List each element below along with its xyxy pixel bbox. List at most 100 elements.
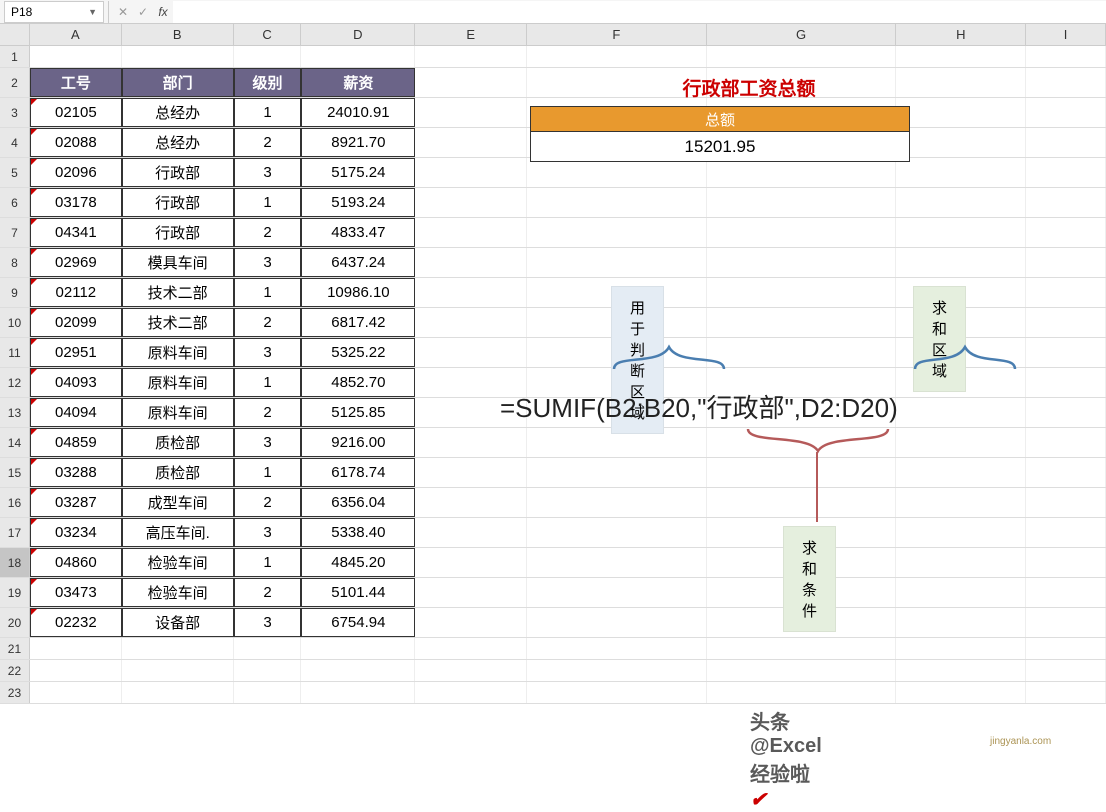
cell-A1[interactable] [30,46,122,67]
cell-I9[interactable] [1026,278,1106,307]
col-header-D[interactable]: D [301,24,415,45]
cell-E20[interactable] [415,608,527,637]
cell-I22[interactable] [1026,660,1106,681]
cell-I16[interactable] [1026,488,1106,517]
row-header[interactable]: 5 [0,158,30,187]
cell-C14[interactable]: 3 [234,428,302,457]
cell-G15[interactable] [707,458,897,487]
cell-E11[interactable] [415,338,527,367]
cell-A11[interactable]: 02951 [30,338,122,367]
cell-H11[interactable] [896,338,1026,367]
cell-F12[interactable] [527,368,707,397]
cell-E15[interactable] [415,458,527,487]
cell-I10[interactable] [1026,308,1106,337]
cell-B10[interactable]: 技术二部 [122,308,234,337]
cell-D21[interactable] [301,638,415,659]
cell-C13[interactable]: 2 [234,398,302,427]
cell-D14[interactable]: 9216.00 [301,428,415,457]
col-header-G[interactable]: G [707,24,897,45]
cell-G12[interactable] [707,368,897,397]
cell-H16[interactable] [896,488,1026,517]
cell-B12[interactable]: 原料车间 [122,368,234,397]
cell-A10[interactable]: 02099 [30,308,122,337]
cell-B19[interactable]: 检验车间 [122,578,234,607]
cell-A5[interactable]: 02096 [30,158,122,187]
cell-C4[interactable]: 2 [234,128,302,157]
cell-D15[interactable]: 6178.74 [301,458,415,487]
cell-F21[interactable] [527,638,707,659]
cell-G23[interactable] [707,682,897,703]
col-header-A[interactable]: A [30,24,122,45]
cell-A21[interactable] [30,638,122,659]
cell-D9[interactable]: 10986.10 [301,278,415,307]
cell-D6[interactable]: 5193.24 [301,188,415,217]
cell-B20[interactable]: 设备部 [122,608,234,637]
cell-B21[interactable] [122,638,234,659]
cell-G20[interactable] [707,608,897,637]
cell-C7[interactable]: 2 [234,218,302,247]
cell-D22[interactable] [301,660,415,681]
cell-B5[interactable]: 行政部 [122,158,234,187]
cell-C17[interactable]: 3 [234,518,302,547]
cell-H6[interactable] [896,188,1026,217]
cell-C10[interactable]: 2 [234,308,302,337]
cell-G19[interactable] [707,578,897,607]
cell-I7[interactable] [1026,218,1106,247]
cell-B13[interactable]: 原料车间 [122,398,234,427]
cell-I12[interactable] [1026,368,1106,397]
row-header[interactable]: 7 [0,218,30,247]
cell-E9[interactable] [415,278,527,307]
cell-F23[interactable] [527,682,707,703]
row-header[interactable]: 12 [0,368,30,397]
cell-C8[interactable]: 3 [234,248,302,277]
cell-F1[interactable] [527,46,707,67]
cell-F5[interactable] [527,158,707,187]
cell-I13[interactable] [1026,398,1106,427]
cell-D17[interactable]: 5338.40 [301,518,415,547]
cell-B7[interactable]: 行政部 [122,218,234,247]
cell-C23[interactable] [234,682,302,703]
select-all-corner[interactable] [0,24,30,45]
col-header-I[interactable]: I [1026,24,1106,45]
cell-G9[interactable] [707,278,897,307]
row-header[interactable]: 4 [0,128,30,157]
cell-A7[interactable]: 04341 [30,218,122,247]
cell-F22[interactable] [527,660,707,681]
cell-H4[interactable] [896,128,1026,157]
cell-C21[interactable] [234,638,302,659]
col-header-H[interactable]: H [896,24,1026,45]
cell-C12[interactable]: 1 [234,368,302,397]
col-header-B[interactable]: B [122,24,234,45]
formula-input[interactable] [173,1,1106,23]
cell-I18[interactable] [1026,548,1106,577]
name-box[interactable]: P18 ▼ [4,1,104,23]
cell-F8[interactable] [527,248,707,277]
cell-F6[interactable] [527,188,707,217]
cell-G13[interactable] [707,398,897,427]
cell-I8[interactable] [1026,248,1106,277]
cell-H22[interactable] [896,660,1026,681]
cell-I4[interactable] [1026,128,1106,157]
cell-G3[interactable] [707,98,897,127]
cell-I23[interactable] [1026,682,1106,703]
cell-D11[interactable]: 5325.22 [301,338,415,367]
cell-F15[interactable] [527,458,707,487]
cell-H23[interactable] [896,682,1026,703]
cell-H2[interactable] [896,68,1026,97]
cell-E6[interactable] [415,188,527,217]
cell-I14[interactable] [1026,428,1106,457]
cell-C3[interactable]: 1 [234,98,302,127]
cell-B6[interactable]: 行政部 [122,188,234,217]
cell-A2[interactable]: 工号 [30,68,122,97]
cell-A15[interactable]: 03288 [30,458,122,487]
cell-B8[interactable]: 模具车间 [122,248,234,277]
cell-G8[interactable] [707,248,897,277]
cell-C22[interactable] [234,660,302,681]
cell-D1[interactable] [301,46,415,67]
cell-G18[interactable] [707,548,897,577]
cell-I1[interactable] [1026,46,1106,67]
cell-C9[interactable]: 1 [234,278,302,307]
cell-H21[interactable] [896,638,1026,659]
cell-B3[interactable]: 总经办 [122,98,234,127]
cell-C11[interactable]: 3 [234,338,302,367]
